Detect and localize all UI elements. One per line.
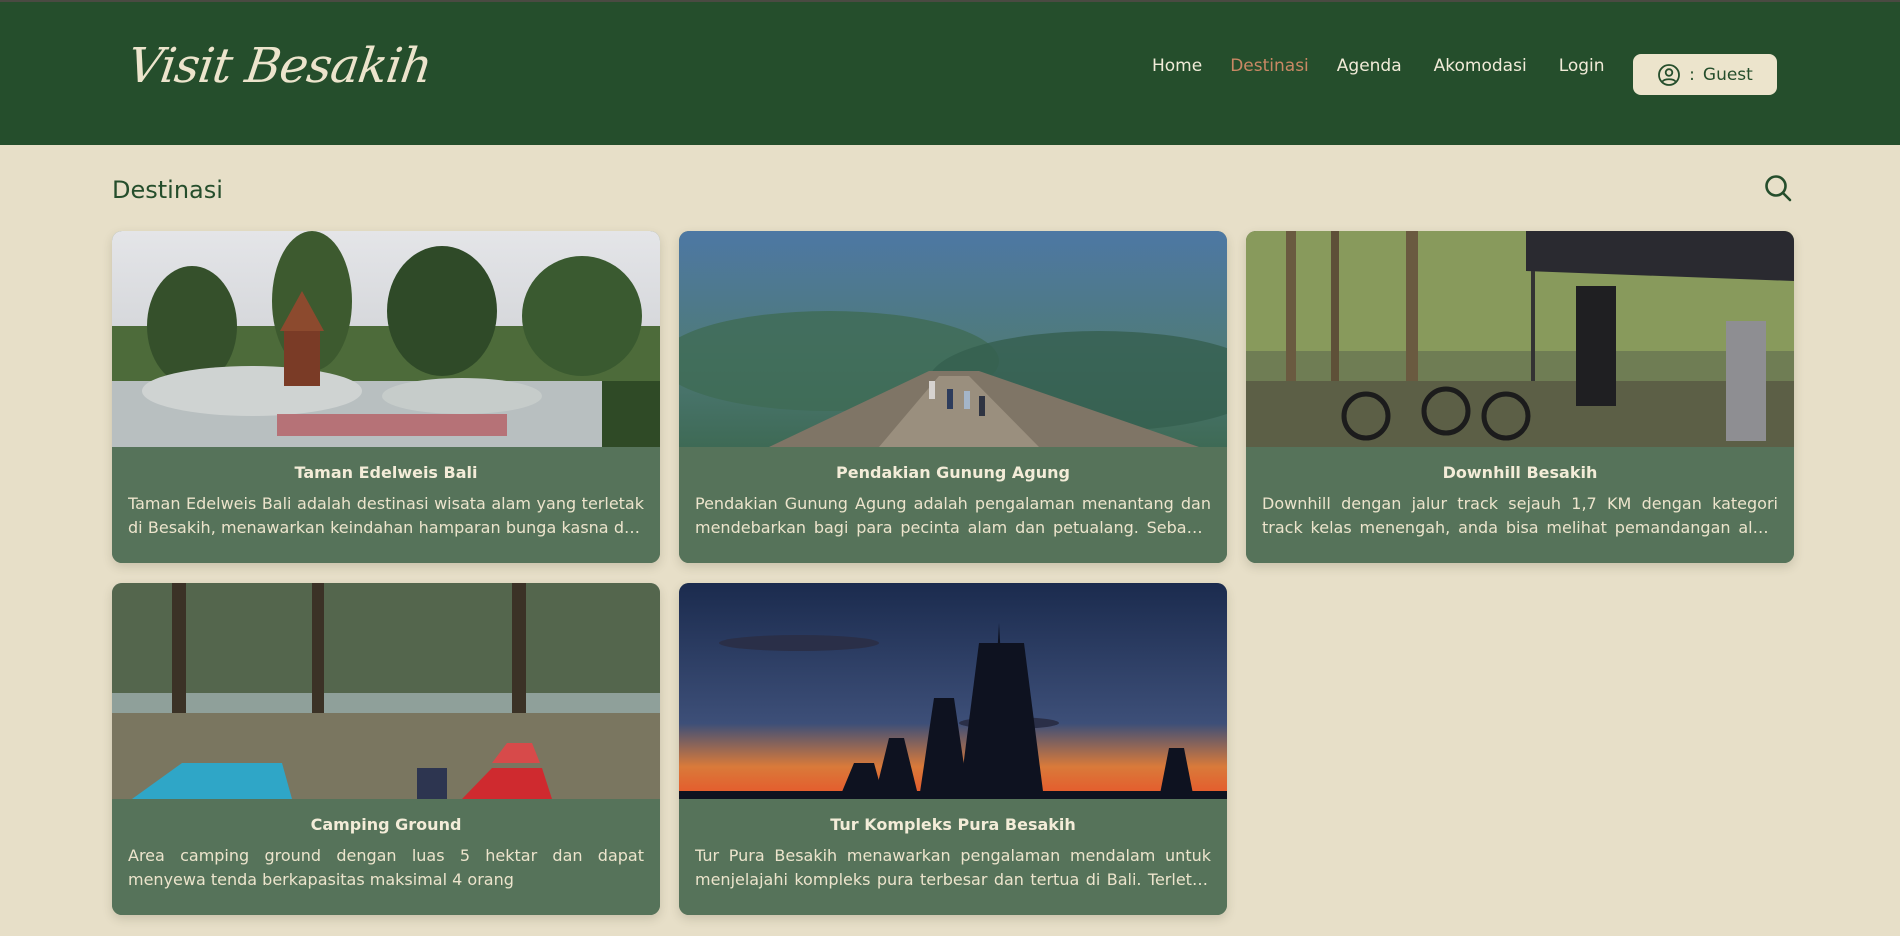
destination-card[interactable]: Pendakian Gunung Agung Pendakian Gunung … xyxy=(679,231,1227,563)
card-image xyxy=(112,583,660,799)
main-nav: Home Destinasi Agenda Akomodasi Login xyxy=(1152,56,1605,76)
user-separator: : xyxy=(1689,64,1695,85)
card-description: Taman Edelweis Bali adalah destinasi wis… xyxy=(128,494,644,537)
nav-akomodasi[interactable]: Akomodasi xyxy=(1434,56,1527,76)
destination-card[interactable]: Camping Ground Area camping ground denga… xyxy=(112,583,660,915)
card-description: Area camping ground dengan luas 5 hektar… xyxy=(128,846,644,889)
card-title: Tur Kompleks Pura Besakih xyxy=(830,815,1076,834)
card-info: Taman Edelweis Bali Taman Edelweis Bali … xyxy=(112,447,660,563)
card-info: Camping Ground Area camping ground denga… xyxy=(112,799,660,915)
card-description: Downhill dengan jalur track sejauh 1,7 K… xyxy=(1262,494,1778,537)
page-title: Destinasi xyxy=(112,176,223,204)
card-description: Pendakian Gunung Agung adalah pengalaman… xyxy=(695,494,1211,537)
destination-card[interactable]: Downhill Besakih Downhill dengan jalur t… xyxy=(1246,231,1794,563)
card-image xyxy=(679,231,1227,447)
nav-login[interactable]: Login xyxy=(1559,56,1605,76)
nav-destinasi[interactable]: Destinasi xyxy=(1230,56,1309,76)
user-guest-button[interactable]: : Guest xyxy=(1633,54,1777,95)
site-header: Visit Besakih Home Destinasi Agenda Akom… xyxy=(0,2,1900,145)
destination-card[interactable]: Tur Kompleks Pura Besakih Tur Pura Besak… xyxy=(679,583,1227,915)
card-title: Downhill Besakih xyxy=(1442,463,1598,482)
card-title: Pendakian Gunung Agung xyxy=(836,463,1070,482)
nav-agenda[interactable]: Agenda xyxy=(1337,56,1402,76)
user-label: Guest xyxy=(1702,64,1753,85)
site-logo[interactable]: Visit Besakih xyxy=(124,38,435,94)
card-image xyxy=(112,231,660,447)
destination-card[interactable]: Taman Edelweis Bali Taman Edelweis Bali … xyxy=(112,231,660,563)
card-info: Downhill Besakih Downhill dengan jalur t… xyxy=(1246,447,1794,563)
card-info: Pendakian Gunung Agung Pendakian Gunung … xyxy=(679,447,1227,563)
card-title: Taman Edelweis Bali xyxy=(294,463,478,482)
user-circle-icon xyxy=(1658,63,1681,86)
card-title: Camping Ground xyxy=(310,815,462,834)
card-info: Tur Kompleks Pura Besakih Tur Pura Besak… xyxy=(679,799,1227,915)
nav-home[interactable]: Home xyxy=(1152,56,1202,76)
card-image xyxy=(679,583,1227,799)
card-description: Tur Pura Besakih menawarkan pengalaman m… xyxy=(695,846,1211,889)
card-image xyxy=(1246,231,1794,447)
search-icon[interactable] xyxy=(1764,174,1792,202)
